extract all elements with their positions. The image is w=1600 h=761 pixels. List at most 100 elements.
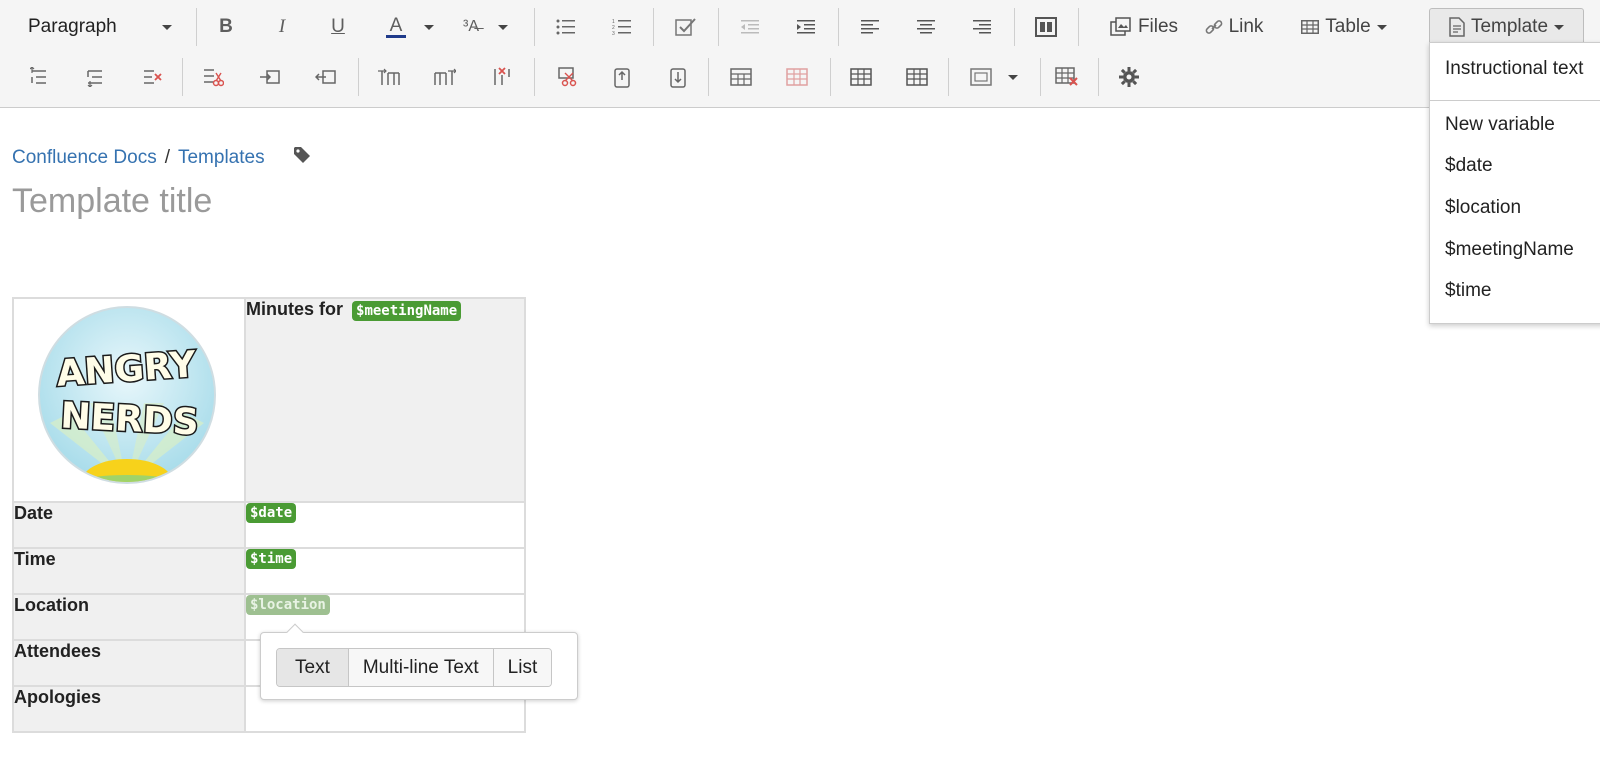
label-tag-icon[interactable]	[293, 146, 311, 170]
instructional-text-menu-item[interactable]: Instructional text	[1445, 58, 1583, 80]
variable-type-list-button[interactable]: List	[492, 649, 552, 686]
underline-button[interactable]: U	[324, 10, 352, 44]
page-layout-icon	[1035, 17, 1057, 37]
separator	[358, 58, 359, 96]
row-value-cell[interactable]: $time	[244, 547, 526, 595]
breadcrumb-separator: /	[164, 147, 170, 168]
copy-column-button[interactable]	[608, 60, 636, 94]
paragraph-style-label: Paragraph	[28, 16, 117, 37]
logo-text-line2: NERDS	[59, 395, 199, 443]
insert-row-after-button[interactable]	[82, 60, 110, 94]
insert-column-after-button[interactable]	[430, 60, 460, 94]
template-title-input[interactable]: Template title	[12, 182, 212, 221]
logo-cell[interactable]: ANGRY NERDS	[12, 297, 246, 503]
italic-button[interactable]: I	[268, 10, 296, 44]
template-button[interactable]: Template	[1429, 8, 1584, 46]
separator	[1014, 8, 1015, 46]
variable-badge[interactable]: $date	[246, 503, 297, 523]
files-button[interactable]: Files	[1094, 10, 1194, 44]
table-button[interactable]: Table	[1290, 10, 1398, 44]
split-cells-button[interactable]	[902, 60, 932, 94]
variable-menu-item[interactable]: $meetingName	[1445, 239, 1574, 261]
separator	[196, 8, 197, 46]
delete-column-icon	[494, 67, 510, 85]
align-left-icon	[861, 20, 879, 34]
breadcrumb-space-link[interactable]: Confluence Docs	[12, 147, 157, 169]
template-label: Template	[1470, 16, 1549, 37]
chevron-down-icon	[498, 24, 508, 30]
chevron-down-icon	[162, 25, 172, 30]
numbered-list-icon: 123	[612, 19, 631, 35]
align-left-button[interactable]	[856, 10, 884, 44]
breadcrumb-parent-link[interactable]: Templates	[178, 147, 265, 169]
insert-row-before-button[interactable]	[26, 60, 54, 94]
cut-column-button[interactable]	[552, 60, 582, 94]
outdent-icon	[741, 20, 759, 34]
minutes-header-cell[interactable]: Minutes for $meetingName	[244, 297, 526, 503]
indent-button[interactable]	[792, 10, 820, 44]
paste-row-button[interactable]	[312, 60, 340, 94]
task-list-button[interactable]	[672, 10, 700, 44]
delete-row-icon	[144, 70, 162, 84]
align-right-button[interactable]	[968, 10, 996, 44]
variable-menu-item[interactable]: $time	[1445, 280, 1491, 302]
separator	[830, 58, 831, 96]
copy-row-icon	[260, 70, 280, 84]
paste-row-icon	[315, 70, 336, 84]
page-layout-button[interactable]	[1032, 10, 1060, 44]
chevron-down-icon	[1376, 24, 1387, 30]
selected-variable-badge[interactable]: $location	[246, 595, 330, 615]
cut-row-button[interactable]	[198, 60, 228, 94]
text-color-button[interactable]: A	[380, 10, 412, 44]
table-icon	[1301, 20, 1320, 34]
indent-icon	[797, 20, 815, 34]
row-label: Location	[12, 593, 246, 641]
cut-column-icon	[558, 67, 577, 87]
table-row: Time $time	[12, 547, 526, 595]
variable-type-popup: Text Multi-line Text List	[260, 623, 578, 700]
chevron-down-icon	[1008, 74, 1018, 80]
separator	[718, 8, 719, 46]
text-color-dropdown[interactable]	[420, 10, 438, 44]
copy-column-icon	[614, 68, 630, 88]
settings-button[interactable]	[1114, 60, 1144, 94]
toolbar-row-1: Paragraph B I U A ³A̶ 123 Files Link Tab…	[0, 2, 1600, 52]
template-dropdown-menu: Instructional text New variable $date $l…	[1429, 42, 1600, 324]
merge-cells-button[interactable]	[846, 60, 876, 94]
separator	[534, 8, 535, 46]
variable-badge[interactable]: $meetingName	[352, 301, 462, 321]
link-button[interactable]: Link	[1198, 10, 1270, 44]
paste-column-button[interactable]	[664, 60, 692, 94]
variable-menu-item[interactable]: $location	[1445, 197, 1521, 219]
variable-badge[interactable]: $time	[246, 549, 297, 569]
more-formatting-button[interactable]: ³A̶	[458, 10, 484, 44]
align-right-icon	[973, 20, 991, 34]
row-value-cell[interactable]: $date	[244, 501, 526, 549]
separator	[1078, 8, 1079, 46]
row-label: Time	[12, 547, 246, 595]
separator	[653, 8, 654, 46]
cell-highlight-dropdown[interactable]	[1004, 60, 1022, 94]
variable-menu-item[interactable]: $date	[1445, 155, 1493, 177]
variable-type-text-button[interactable]: Text	[277, 649, 348, 686]
angry-nerds-logo[interactable]: ANGRY NERDS	[30, 303, 224, 491]
delete-table-button[interactable]	[1052, 60, 1082, 94]
variable-type-multiline-button[interactable]: Multi-line Text	[347, 649, 493, 686]
cell-highlight-button[interactable]	[966, 60, 996, 94]
bold-button[interactable]: B	[212, 10, 240, 44]
delete-row-button[interactable]	[138, 60, 166, 94]
delete-column-button[interactable]	[488, 60, 516, 94]
table-header-row-button[interactable]	[726, 60, 756, 94]
outdent-button[interactable]	[736, 10, 764, 44]
table-header-column-button[interactable]	[782, 60, 812, 94]
paragraph-style-dropdown[interactable]: Paragraph	[12, 10, 180, 44]
copy-row-button[interactable]	[256, 60, 284, 94]
insert-column-before-button[interactable]	[374, 60, 404, 94]
insert-row-after-icon	[87, 70, 102, 87]
separator	[838, 8, 839, 46]
more-formatting-dropdown[interactable]	[494, 10, 512, 44]
align-center-button[interactable]	[912, 10, 940, 44]
numbered-list-button[interactable]: 123	[608, 10, 636, 44]
bullet-list-button[interactable]	[552, 10, 580, 44]
new-variable-menu-item[interactable]: New variable	[1445, 114, 1555, 136]
